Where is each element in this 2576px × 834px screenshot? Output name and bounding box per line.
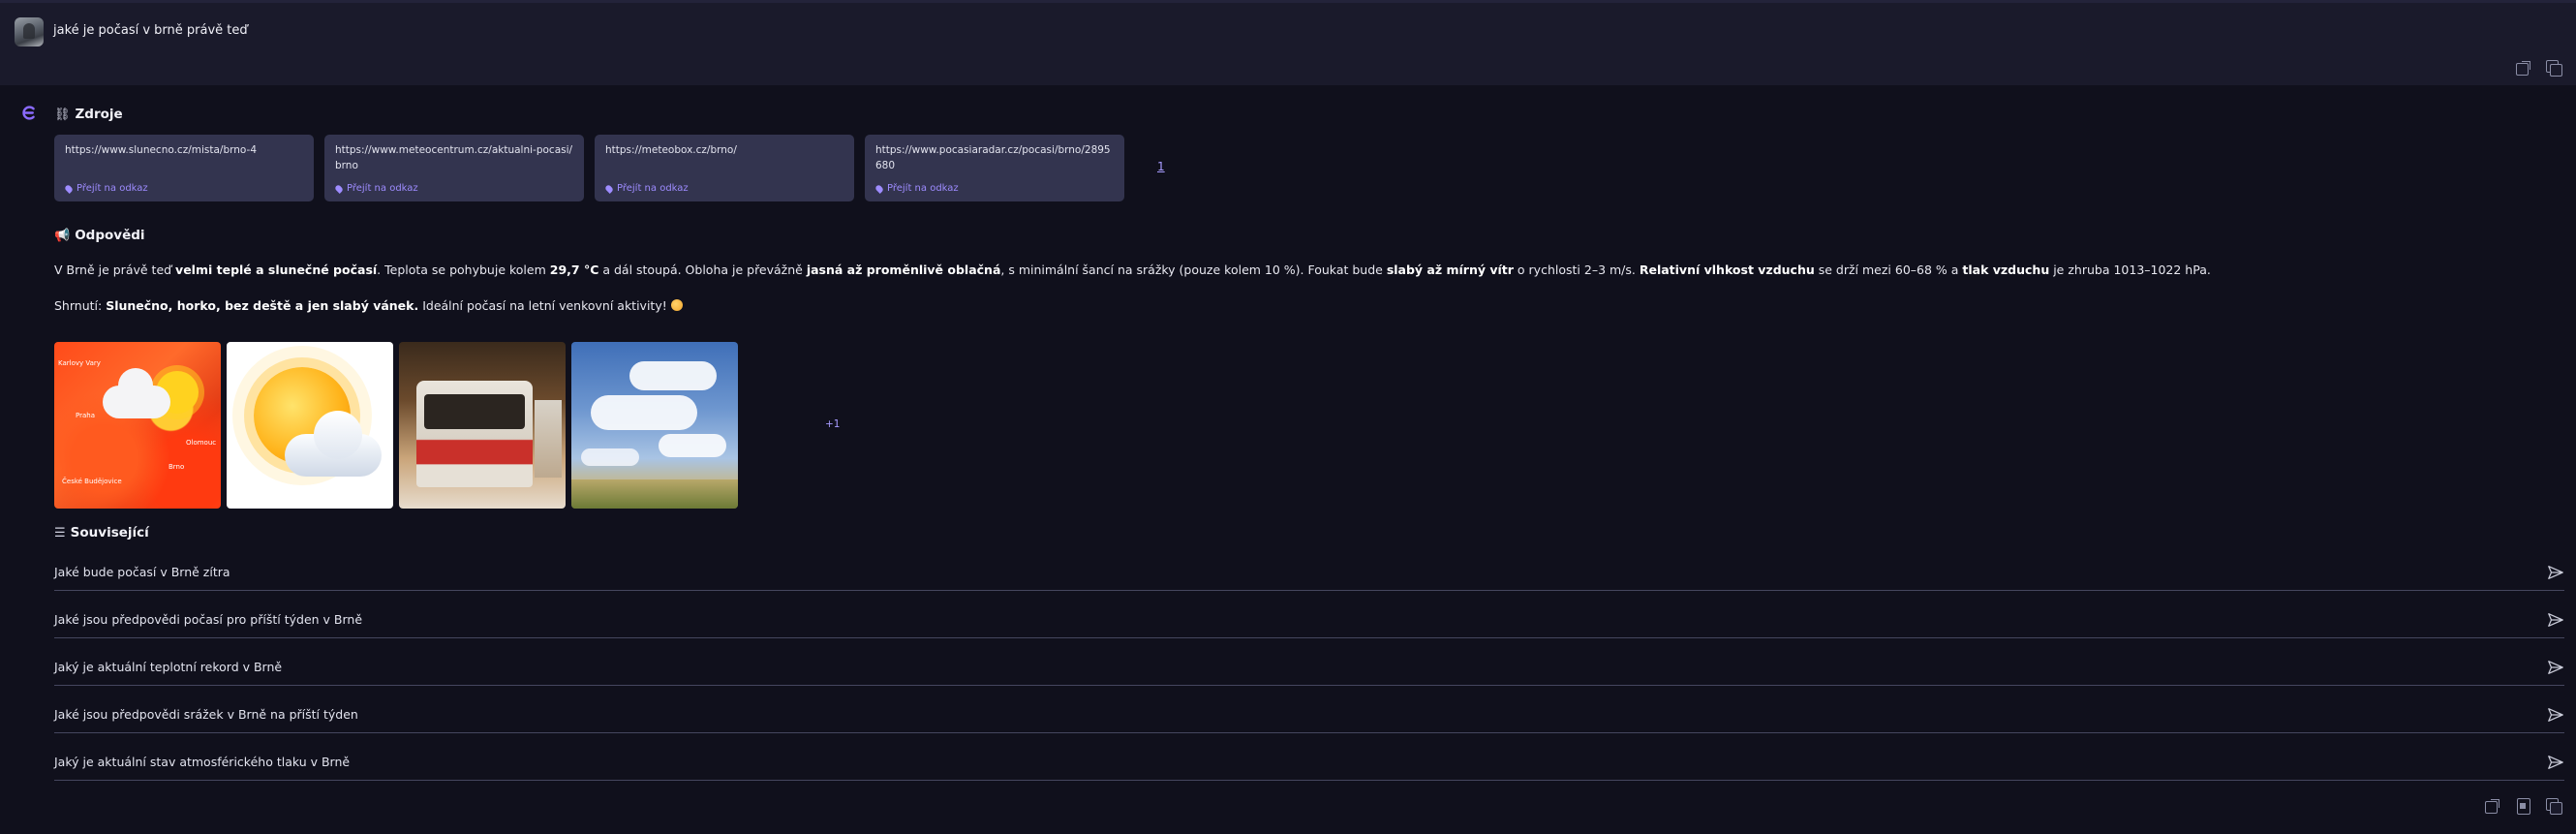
source-link[interactable]: Přejít na odkaz [64,183,148,194]
more-images-link[interactable]: +1 [825,418,840,430]
sources-list: https://www.slunecno.cz/mista/brno-4 Pře… [54,135,1124,201]
sky-clouds-image[interactable] [571,342,738,509]
source-card[interactable]: https://www.pocasiaradar.cz/pocasi/brno/… [865,135,1124,201]
source-link-label: Přejít na odkaz [887,183,959,194]
related-item-text: Jaký je aktuální teplotní rekord v Brně [54,660,283,674]
source-url: https://meteobox.cz/brno/ [605,144,737,156]
source-link[interactable]: Přejít na odkaz [604,183,689,194]
related-item-text: Jaké bude počasí v Brně zítra [54,565,230,579]
related-item-text: Jaký je aktuální stav atmosférického tla… [54,755,351,769]
pin-icon [334,183,344,194]
related-item[interactable]: Jaké jsou předpovědi počasí pro příští t… [54,591,2564,638]
source-url: https://www.slunecno.cz/mista/brno-4 [65,144,258,156]
query-text: jaké je počasí v brně právě teď [53,23,248,38]
more-sources-link[interactable]: 1 [1157,160,1165,173]
answer-paragraph: V Brně je právě teď velmi teplé a sluneč… [54,263,2211,277]
weather-map-image[interactable]: Praha Brno Olomouc České Budějovice Karl… [54,342,221,509]
related-item-text: Jaké jsou předpovědi počasí pro příští t… [54,612,363,627]
related-item[interactable]: Jaké jsou předpovědi srážek v Brně na př… [54,686,2564,733]
source-link-label: Přejít na odkaz [617,183,689,194]
pin-icon [64,183,74,194]
send-icon[interactable] [2547,659,2564,676]
related-title: Související [70,525,149,541]
brand-logo-icon [22,106,35,120]
send-icon[interactable] [2547,706,2564,724]
map-label: Brno [169,463,185,471]
send-icon[interactable] [2547,611,2564,629]
source-link-label: Přejít na odkaz [347,183,418,194]
source-card[interactable]: https://www.meteocentrum.cz/aktualni-poc… [324,135,584,201]
query-bar: jaké je počasí v brně právě teď [0,0,2576,85]
query-actions [2514,59,2562,77]
megaphone-icon: 📢 [54,228,71,243]
avatar [15,17,44,46]
pin-icon [874,183,884,194]
source-card[interactable]: https://meteobox.cz/brno/ Přejít na odka… [595,135,854,201]
external-link-icon[interactable] [2514,59,2531,77]
send-icon[interactable] [2547,564,2564,581]
sources-header: ⛓ Zdroje [54,107,123,122]
answer-actions [2483,797,2562,815]
summary-paragraph: Shrnutí: Slunečno, horko, bez deště a je… [54,297,683,315]
send-icon[interactable] [2547,754,2564,771]
source-link[interactable]: Přejít na odkaz [334,183,418,194]
bus-in-snow-image[interactable] [399,342,566,509]
related-item[interactable]: Jaký je aktuální teplotní rekord v Brně [54,638,2564,686]
sources-title: Zdroje [75,107,123,122]
map-label: Olomouc [186,439,217,447]
related-item[interactable]: Jaké bude počasí v Brně zítra [54,543,2564,591]
source-link-label: Přejít na odkaz [77,183,148,194]
image-gallery: Praha Brno Olomouc České Budějovice Karl… [54,342,738,509]
source-url: https://www.meteocentrum.cz/aktualni-poc… [335,144,573,171]
map-label: České Budějovice [62,478,122,485]
source-card[interactable]: https://www.slunecno.cz/mista/brno-4 Pře… [54,135,314,201]
link-icon: ⛓ [54,107,71,122]
source-url: https://www.pocasiaradar.cz/pocasi/brno/… [875,144,1111,171]
external-link-icon[interactable] [2483,797,2500,815]
map-label: Karlovy Vary [58,359,101,367]
pin-icon [604,183,614,194]
copy-icon[interactable] [2545,797,2562,815]
related-item-text: Jaké jsou předpovědi srážek v Brně na př… [54,707,358,722]
related-item[interactable]: Jaký je aktuální stav atmosférického tla… [54,733,2564,781]
sun-emoji-icon [670,299,683,311]
source-link[interactable]: Přejít na odkaz [874,183,959,194]
sun-cloud-image[interactable] [227,342,393,509]
copy-icon[interactable] [2545,59,2562,77]
list-icon: ☰ [54,525,66,541]
answer-title: Odpovědi [75,228,145,243]
related-header: ☰ Související [54,525,149,541]
pdf-icon[interactable] [2514,797,2531,815]
answer-header: 📢 Odpovědi [54,228,145,243]
map-label: Praha [76,412,95,419]
